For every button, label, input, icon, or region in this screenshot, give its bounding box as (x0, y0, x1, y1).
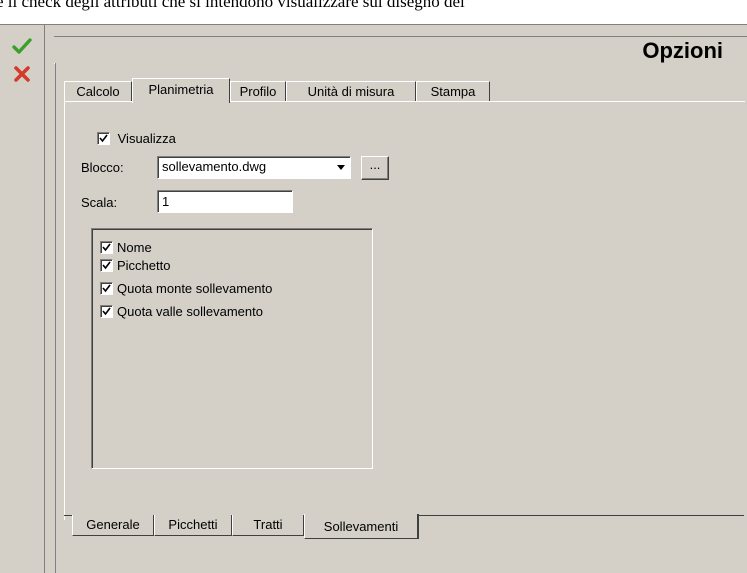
check-icon (12, 38, 32, 54)
options-content: Calcolo Planimetria Profilo Unità di mis… (55, 63, 747, 573)
scala-label: Scala: (81, 195, 118, 210)
tab-label: Generale (86, 517, 140, 532)
attribute-label: Quota monte sollevamento (117, 281, 273, 297)
checkmark-icon (102, 307, 111, 316)
attribute-item-quota-monte[interactable]: Quota monte sollevamento (100, 280, 272, 296)
title-bar: Opzioni (54, 36, 747, 64)
chevron-down-icon[interactable] (333, 159, 348, 175)
attributes-list: Nome Picchetto Quota monte sollevamento … (91, 228, 373, 469)
tab-label: Calcolo (76, 84, 120, 99)
checkmark-icon (102, 261, 111, 270)
options-window: Opzioni Calcolo Planimetria Profilo Unit… (0, 24, 747, 573)
attribute-label: Quota valle sollevamento (117, 304, 263, 320)
document-text-strip: e il check degli attributi che si intend… (0, 0, 747, 22)
visualizza-label: Visualizza (117, 131, 176, 147)
toolbar-separator (44, 25, 45, 573)
blocco-label: Blocco: (81, 160, 124, 175)
visualizza-checkbox[interactable] (97, 132, 110, 146)
planimetria-panel: Visualizza Blocco: sollevamento.dwg ... … (64, 101, 745, 520)
close-icon (14, 66, 30, 82)
tab-sollevamenti[interactable]: Sollevamenti (304, 514, 419, 539)
tab-profilo[interactable]: Profilo (230, 81, 286, 102)
visualizza-row: Visualizza (97, 130, 176, 146)
attribute-item-quota-valle[interactable]: Quota valle sollevamento (100, 303, 263, 319)
tab-label: Sollevamenti (323, 519, 399, 534)
browse-button[interactable]: ... (361, 156, 389, 180)
side-toolbar (0, 25, 44, 573)
attribute-label: Picchetto (117, 258, 171, 274)
tab-label: Profilo (239, 84, 277, 99)
checkmark-icon (102, 243, 111, 252)
attribute-item-nome[interactable]: Nome (100, 239, 152, 255)
attribute-checkbox[interactable] (100, 259, 113, 273)
attribute-checkbox[interactable] (100, 241, 113, 255)
tab-label: Picchetti (168, 517, 218, 532)
scala-input[interactable] (157, 190, 293, 213)
tab-unita-di-misura[interactable]: Unità di misura (286, 81, 416, 102)
document-text: e il check degli attributi che si intend… (0, 0, 465, 11)
confirm-button[interactable] (8, 33, 36, 59)
tab-calcolo[interactable]: Calcolo (64, 81, 132, 102)
cancel-button[interactable] (8, 61, 36, 87)
page-title: Opzioni (642, 38, 723, 63)
tab-picchetti[interactable]: Picchetti (154, 515, 232, 536)
tab-tratti[interactable]: Tratti (232, 515, 304, 536)
attribute-item-picchetto[interactable]: Picchetto (100, 257, 170, 273)
attribute-checkbox[interactable] (100, 305, 113, 319)
blocco-select[interactable]: sollevamento.dwg (157, 156, 351, 179)
tab-planimetria[interactable]: Planimetria (132, 78, 230, 103)
tab-label: Tratti (253, 517, 283, 532)
tab-generale[interactable]: Generale (72, 515, 154, 536)
attribute-checkbox[interactable] (100, 282, 113, 296)
tab-label: Stampa (430, 84, 476, 99)
tab-label: Unità di misura (307, 84, 395, 99)
blocco-value: sollevamento.dwg (162, 159, 267, 174)
checkmark-icon (99, 134, 108, 143)
checkmark-icon (102, 284, 111, 293)
attribute-label: Nome (117, 240, 152, 256)
tab-label: Planimetria (148, 82, 214, 97)
tab-stampa[interactable]: Stampa (416, 81, 490, 102)
